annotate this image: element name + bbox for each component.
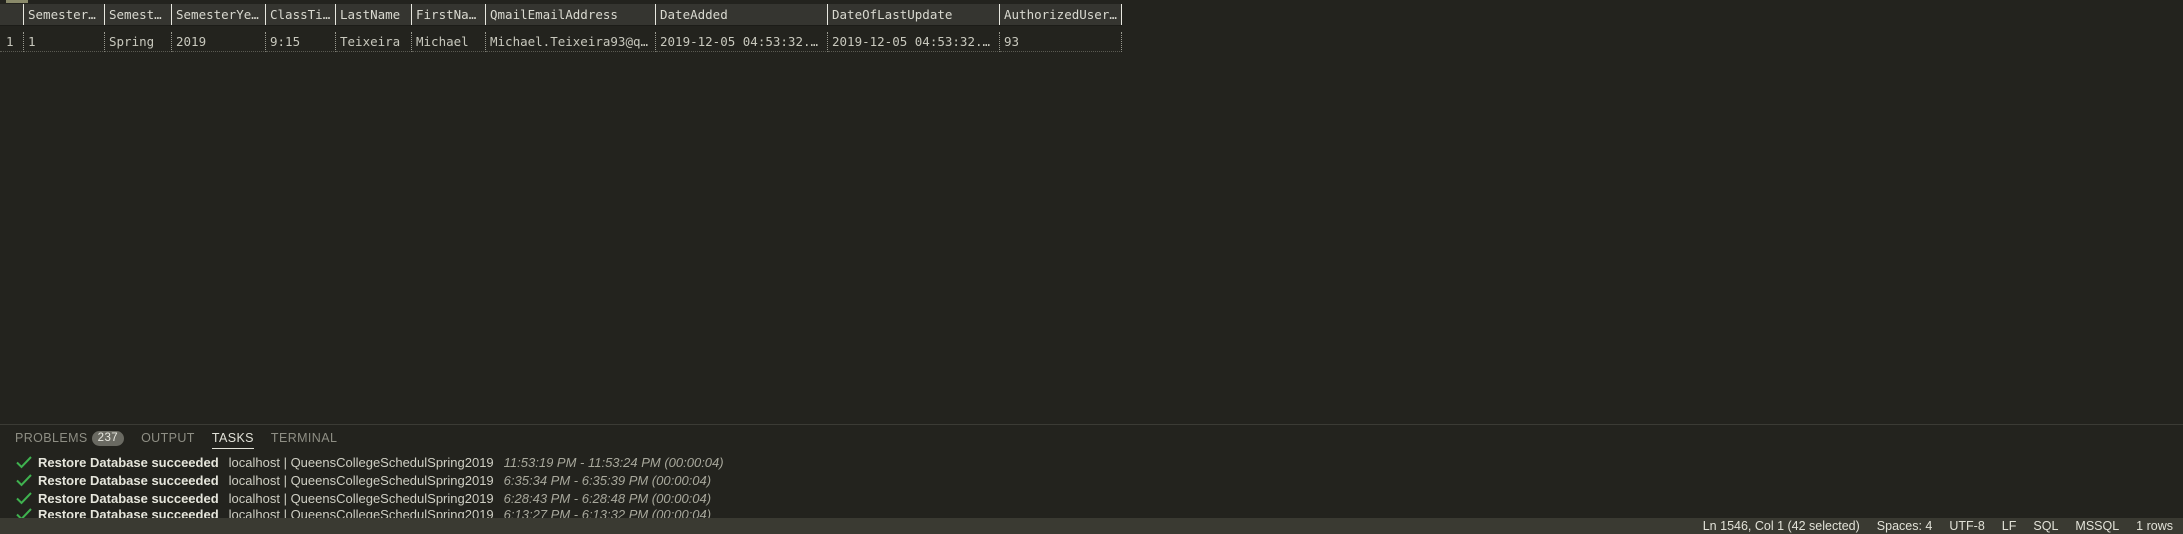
task-server: localhost | QueensCollegeSchedulSpring20… — [228, 454, 494, 470]
language-mode[interactable]: SQL — [2033, 518, 2058, 534]
list-item[interactable]: Restore Database succeeded localhost | Q… — [15, 471, 2183, 489]
table-header-row: SemesterID Semester SemesterYear ClassTi… — [0, 4, 1122, 26]
row-number[interactable]: 1 — [0, 32, 24, 52]
table-cell[interactable]: 2019-12-05 04:53:32.… — [828, 32, 1000, 52]
tab-output[interactable]: OUTPUT — [141, 427, 195, 449]
problems-count-badge: 237 — [91, 430, 125, 446]
task-title: Restore Database succeeded — [38, 472, 219, 488]
column-header-dateadded[interactable]: DateAdded — [656, 4, 828, 25]
indentation-setting[interactable]: Spaces: 4 — [1877, 518, 1933, 534]
list-item[interactable]: Restore Database succeeded localhost | Q… — [15, 453, 2183, 471]
tab-label: TASKS — [211, 430, 254, 445]
bottom-panel: PROBLEMS 237 OUTPUT TASKS TERMINAL Resto… — [0, 424, 2183, 519]
table-row[interactable]: 1 1 Spring 2019 9:15 Teixeira Michael Mi… — [0, 32, 1122, 52]
eol-setting[interactable]: LF — [2002, 518, 2017, 534]
table-cell[interactable]: 2019 — [172, 32, 266, 52]
tab-terminal[interactable]: TERMINAL — [271, 427, 337, 449]
cursor-position[interactable]: Ln 1546, Col 1 (42 selected) — [1703, 518, 1860, 534]
encoding-setting[interactable]: UTF-8 — [1949, 518, 1984, 534]
tab-tasks[interactable]: TASKS — [211, 427, 254, 449]
connection-status[interactable]: MSSQL — [2075, 518, 2119, 534]
tab-problems[interactable]: PROBLEMS 237 — [15, 427, 125, 449]
column-header-semester[interactable]: Semester — [105, 4, 172, 25]
task-time: 11:53:19 PM - 11:53:24 PM (00:00:04) — [503, 454, 724, 470]
row-number-header[interactable] — [0, 4, 24, 25]
column-header-qmailemailaddress[interactable]: QmailEmailAddress — [486, 4, 656, 25]
task-title: Restore Database succeeded — [38, 454, 219, 470]
column-header-dateoflastupdate[interactable]: DateOfLastUpdate — [828, 4, 1000, 25]
check-icon — [16, 474, 32, 487]
tab-label: TERMINAL — [270, 431, 338, 445]
column-header-semesterid[interactable]: SemesterID — [24, 4, 105, 25]
column-header-semesteryear[interactable]: SemesterYear — [172, 4, 266, 25]
tab-label: PROBLEMS — [15, 431, 88, 445]
check-icon — [16, 492, 32, 505]
task-time: 6:35:34 PM - 6:35:39 PM (00:00:04) — [503, 472, 712, 488]
list-item[interactable]: Restore Database succeeded localhost | Q… — [15, 489, 2183, 507]
table-cell[interactable]: 9:15 — [266, 32, 336, 52]
column-header-lastname[interactable]: LastName — [336, 4, 412, 25]
status-bar: Ln 1546, Col 1 (42 selected) Spaces: 4 U… — [0, 518, 2183, 534]
task-server: localhost | QueensCollegeSchedulSpring20… — [228, 490, 494, 506]
task-title: Restore Database succeeded — [38, 490, 219, 506]
column-header-classtime[interactable]: ClassTime — [266, 4, 336, 25]
row-count: 1 rows — [2136, 519, 2173, 533]
task-time: 6:28:43 PM - 6:28:48 PM (00:00:04) — [503, 490, 712, 506]
table-cell[interactable]: 1 — [24, 32, 105, 52]
table-cell[interactable]: 93 — [1000, 32, 1122, 52]
grid-scroll-indicator — [6, 0, 28, 3]
results-grid: SemesterID Semester SemesterYear ClassTi… — [0, 0, 2183, 424]
task-list: Restore Database succeeded localhost | Q… — [0, 453, 2183, 519]
column-header-firstname[interactable]: FirstName — [412, 4, 486, 25]
results-table: SemesterID Semester SemesterYear ClassTi… — [0, 4, 1122, 52]
table-cell[interactable]: Spring — [105, 32, 172, 52]
tab-label: OUTPUT — [141, 431, 195, 445]
check-icon — [16, 456, 32, 469]
table-cell[interactable]: Michael.Teixeira93@q… — [486, 32, 656, 52]
task-server: localhost | QueensCollegeSchedulSpring20… — [228, 472, 494, 488]
table-cell[interactable]: 2019-12-05 04:53:32.… — [656, 32, 828, 52]
panel-tabs: PROBLEMS 237 OUTPUT TASKS TERMINAL — [0, 425, 2183, 451]
table-cell[interactable]: Teixeira — [336, 32, 412, 52]
table-cell[interactable]: Michael — [412, 32, 486, 52]
column-header-authorizeduserid[interactable]: AuthorizedUserId — [1000, 4, 1122, 25]
